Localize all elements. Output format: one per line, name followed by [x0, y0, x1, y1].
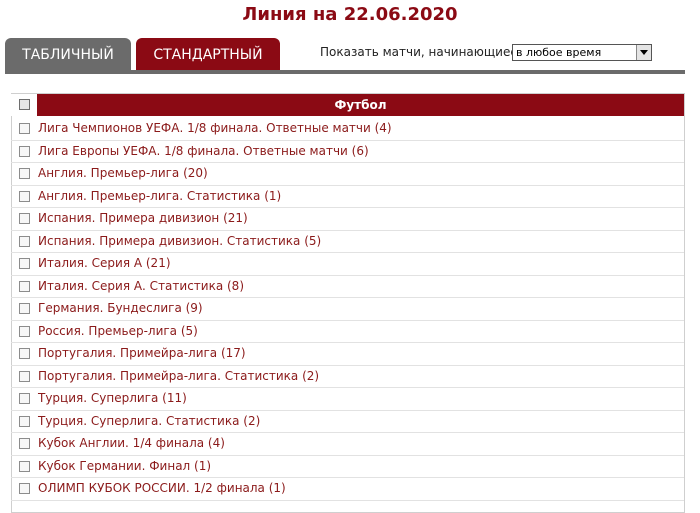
league-link[interactable]: Италия. Серия А (21)	[38, 256, 171, 270]
league-row: Кубок Германии. Финал (1)	[11, 456, 684, 478]
league-row: Англия. Премьер-лига (20)	[11, 163, 684, 186]
sport-header: Футбол	[37, 94, 684, 116]
league-link[interactable]: Германия. Бундеслига (9)	[38, 301, 203, 315]
league-checkbox[interactable]	[19, 483, 30, 494]
league-checkbox[interactable]	[19, 145, 30, 157]
start-time-select-value: в любое время	[516, 46, 602, 59]
league-row: Кубок Англии. 1/4 финала (4)	[11, 433, 684, 456]
league-link[interactable]: Лига Чемпионов УЕФА. 1/8 финала. Ответны…	[38, 121, 392, 135]
league-row: Турция. Суперлига (11)	[11, 388, 684, 411]
league-checkbox[interactable]	[19, 258, 30, 269]
league-link[interactable]: Португалия. Примейра-лига. Статистика (2…	[38, 369, 319, 383]
league-link[interactable]: Испания. Примера дивизион (21)	[38, 211, 248, 225]
league-row: Турция. Суперлига. Статистика (2)	[11, 411, 684, 433]
league-row: Италия. Серия А (21)	[11, 253, 684, 276]
league-link[interactable]: Англия. Премьер-лига. Статистика (1)	[38, 189, 281, 203]
league-link[interactable]: Турция. Суперлига. Статистика (2)	[38, 414, 260, 428]
league-link[interactable]: Португалия. Примейра-лига (17)	[38, 346, 246, 360]
league-checkbox[interactable]	[19, 190, 30, 202]
league-checkbox[interactable]	[19, 280, 30, 292]
league-link[interactable]: Россия. Премьер-лига (5)	[38, 324, 198, 338]
league-link[interactable]: Италия. Серия А. Статистика (8)	[38, 279, 244, 293]
select-all-checkbox[interactable]	[19, 99, 30, 110]
league-checkbox[interactable]	[19, 123, 30, 134]
league-link[interactable]: Кубок Англии. 1/4 финала (4)	[38, 436, 225, 450]
league-link[interactable]: ОЛИМП КУБОК РОССИИ. 1/2 финала (1)	[38, 481, 286, 495]
league-checkbox[interactable]	[19, 370, 30, 382]
league-row: ОЛИМП КУБОК РОССИИ. 1/2 финала (1)	[11, 478, 684, 501]
league-link[interactable]: Англия. Премьер-лига (20)	[38, 166, 208, 180]
league-row: Португалия. Примейра-лига. Статистика (2…	[11, 366, 684, 388]
select-all-cell	[11, 94, 37, 116]
start-time-select[interactable]: в любое время	[512, 44, 652, 61]
league-row: Лига Чемпионов УЕФА. 1/8 финала. Ответны…	[11, 118, 684, 141]
league-checkbox[interactable]	[19, 303, 30, 314]
league-link[interactable]: Испания. Примера дивизион. Статистика (5…	[38, 234, 321, 248]
dropdown-arrow-icon[interactable]	[636, 45, 651, 60]
league-row: Лига Европы УЕФА. 1/8 финала. Ответные м…	[11, 141, 684, 163]
league-checkbox[interactable]	[19, 415, 30, 427]
league-row: Германия. Бундеслига (9)	[11, 298, 684, 321]
league-checkbox[interactable]	[19, 168, 30, 179]
league-list: Лига Чемпионов УЕФА. 1/8 финала. Ответны…	[11, 118, 684, 501]
tab-table[interactable]: ТАБЛИЧНЫЙ	[5, 38, 131, 70]
league-checkbox[interactable]	[19, 348, 30, 359]
league-row: Англия. Премьер-лига. Статистика (1)	[11, 186, 684, 208]
league-row: Россия. Премьер-лига (5)	[11, 321, 684, 343]
league-row: Испания. Примера дивизион. Статистика (5…	[11, 231, 684, 253]
league-checkbox[interactable]	[19, 235, 30, 247]
league-checkbox[interactable]	[19, 460, 30, 472]
table-header: Футбол	[11, 94, 684, 116]
league-link[interactable]: Турция. Суперлига (11)	[38, 391, 187, 405]
league-checkbox[interactable]	[19, 213, 30, 224]
tab-standard[interactable]: СТАНДАРТНЫЙ	[136, 38, 280, 70]
league-link[interactable]: Лига Европы УЕФА. 1/8 финала. Ответные м…	[38, 144, 369, 158]
league-row: Испания. Примера дивизион (21)	[11, 208, 684, 231]
league-checkbox[interactable]	[19, 438, 30, 449]
league-row: Италия. Серия А. Статистика (8)	[11, 276, 684, 298]
tab-divider	[5, 70, 685, 74]
page-title: Линия на 22.06.2020	[242, 4, 458, 25]
league-checkbox[interactable]	[19, 393, 30, 404]
league-link[interactable]: Кубок Германии. Финал (1)	[38, 459, 211, 473]
league-checkbox[interactable]	[19, 325, 30, 337]
league-row: Португалия. Примейра-лига (17)	[11, 343, 684, 366]
filter-label: Показать матчи, начинающиеся	[320, 45, 525, 59]
